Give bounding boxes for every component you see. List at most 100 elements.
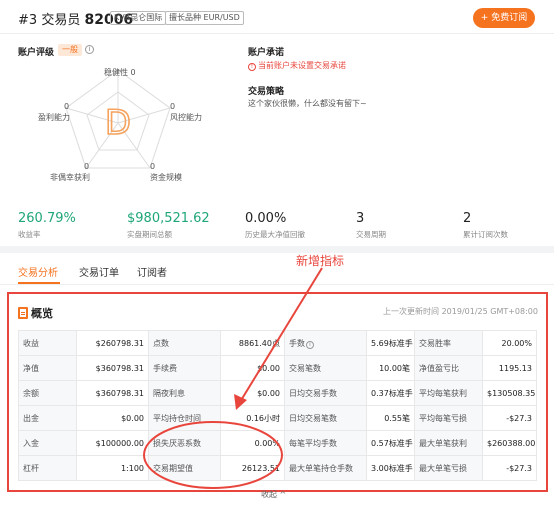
metric-label: 隔夜利息 [148,380,221,406]
metric-label: 杠杆 [18,455,77,481]
metric-label: 平均持仓时间 [148,405,221,431]
metric-value: 1:100 [76,455,149,481]
subscribe-button[interactable]: + 免费订阅 [473,8,535,28]
axis-stability: 稳健性 0 [104,68,136,77]
rating-grade: D [105,103,131,143]
metric-label: 最大单笔持仓手数 [284,455,367,481]
metrics-row: 入金 $100000.00 损失厌恶系数 0.00% 每笔平均手数 0.57标准手 最大单笔… [18,430,537,456]
metric-value: 3.00标准手 [366,455,415,481]
metric-value: $0.00 [220,380,285,406]
info-icon[interactable]: i [306,340,314,349]
stat-return-label: 收益率 [18,230,41,239]
symbol-tag: 擅长品种 EUR/USD [165,11,244,25]
last-updated: 上一次更新时间 2019/01/25 GMT+08:00 [383,307,538,316]
axis-value-risk: 0 [170,102,176,111]
stat-total-label: 实盘期间总额 [127,230,172,239]
trader-rank: #3 [18,13,38,28]
metric-value: 0.37标准手 [366,380,415,406]
metric-value: $0.00 [76,405,149,431]
metric-label: 日均交易笔数 [284,405,367,431]
metrics-row: 出金 $0.00 平均持仓时间 0.16小时 日均交易笔数 0.55笔 平均每笔亏损 -$27… [18,405,537,431]
overview-metrics-table: 收益 $260798.31 点数 8861.40点 手数 i 5.69标准手 交易胜率 20.0… [18,330,537,481]
tab-orders[interactable]: 交易订单 [79,264,119,279]
metric-label: 日均交易手数 [284,380,367,406]
metrics-row: 收益 $260798.31 点数 8861.40点 手数 i 5.69标准手 交易胜率 20.0… [18,330,537,356]
metric-label: 最大单笔获利 [414,430,483,456]
metric-value: 5.69标准手 [366,330,415,356]
chevron-up-icon: ^ [279,490,287,499]
metrics-row: 杠杆 1:100 交易期望值 26123.51 最大单笔持仓手数 3.00标准手 最大单笔亏… [18,455,537,481]
section-divider [0,246,554,253]
metric-value: $360798.31 [76,380,149,406]
subscribe-label: 免费订阅 [491,13,528,23]
stat-return-value: 260.79% [18,211,76,226]
metric-value: -$27.3 [482,455,537,481]
trader-label: 交易员 [41,13,81,28]
metric-label: 每笔平均手数 [284,430,367,456]
metric-label: 平均每笔亏损 [414,405,483,431]
axis-value-capital: 0 [150,162,156,171]
tab-subscribers[interactable]: 订阅者 [137,264,167,279]
collapse-toggle[interactable]: 收起 ^ [261,489,286,500]
metric-value: 8861.40点 [220,330,285,356]
metric-value: $130508.35 [482,380,537,406]
metric-label: 交易期望值 [148,455,221,481]
metric-label: 点数 [148,330,221,356]
metrics-row: 余额 $360798.31 隔夜利息 $0.00 日均交易手数 0.37标准手 平均每笔获利… [18,380,537,406]
stat-period-label: 交易周期 [356,230,386,239]
stat-drawdown-label: 历史最大净值回撤 [245,230,305,239]
metric-value: 0.57标准手 [366,430,415,456]
trader-detail-card: #3 交易员 82006 KVB昆仑国际 擅长品种 EUR/USD + 免费订阅… [0,0,554,511]
axis-risk-control: 风控能力 [170,113,202,122]
metric-value: 0.00% [220,430,285,456]
annotation-label: 新增指标 [296,254,345,268]
plus-icon: + [480,13,489,23]
axis-value-profit: 0 [64,102,70,111]
metric-value: $0.00 [220,355,285,381]
metric-value: $260388.00 [482,430,537,456]
commitment-title: 账户承诺 [248,48,285,58]
metric-label: 交易笔数 [284,355,367,381]
metric-label: 损失厌恶系数 [148,430,221,456]
metric-value: 1195.13 [482,355,537,381]
metric-value: -$27.3 [482,405,537,431]
overview-title: 概览 [18,305,53,321]
stat-period-value: 3 [356,211,365,226]
metric-value: $260798.31 [76,330,149,356]
metric-label: 手续费 [148,355,221,381]
axis-capital-scale: 资金规模 [150,173,182,182]
metric-label: 净值盈亏比 [414,355,483,381]
trader-header: #3 交易员 82006 KVB昆仑国际 擅长品种 EUR/USD + 免费订阅 [0,0,554,34]
metric-value: 0.16小时 [220,405,285,431]
metric-label: 出金 [18,405,77,431]
strategy-text: 这个家伙很懒，什么都没有留下~ [248,99,367,108]
stat-total-value: $980,521.62 [127,211,210,226]
metric-value: $360798.31 [76,355,149,381]
info-icon[interactable]: i [85,45,94,54]
metric-label: 最大单笔亏损 [414,455,483,481]
metric-label: 净值 [18,355,77,381]
metric-value: $100000.00 [76,430,149,456]
warning-icon: ! [248,63,256,71]
tabs-baseline [0,284,554,285]
axis-value-luck: 0 [84,162,90,171]
metric-value: 20.00% [482,330,537,356]
rating-badge: 一般 [58,44,82,56]
document-icon [18,307,28,319]
stat-subscriptions-value: 2 [463,211,472,226]
stat-subscriptions-label: 累计订阅次数 [463,230,508,239]
commitment-warning: ! 当前账户未设置交易承诺 [248,60,346,71]
tab-analysis[interactable]: 交易分析 [18,264,58,279]
metric-label: 平均每笔获利 [414,380,483,406]
metric-label: 余额 [18,380,77,406]
metric-value: 10.00笔 [366,355,415,381]
metric-value: 26123.51 [220,455,285,481]
axis-non-luck: 非偶幸获利 [50,173,90,182]
metric-label: 手数 i [284,330,367,356]
strategy-title: 交易策略 [248,87,285,97]
metrics-row: 净值 $360798.31 手续费 $0.00 交易笔数 10.00笔 净值盈亏比 1195.… [18,355,537,381]
metric-label: 交易胜率 [414,330,483,356]
metric-value: 0.55笔 [366,405,415,431]
axis-profitability: 盈利能力 [38,113,70,122]
metric-label: 入金 [18,430,77,456]
